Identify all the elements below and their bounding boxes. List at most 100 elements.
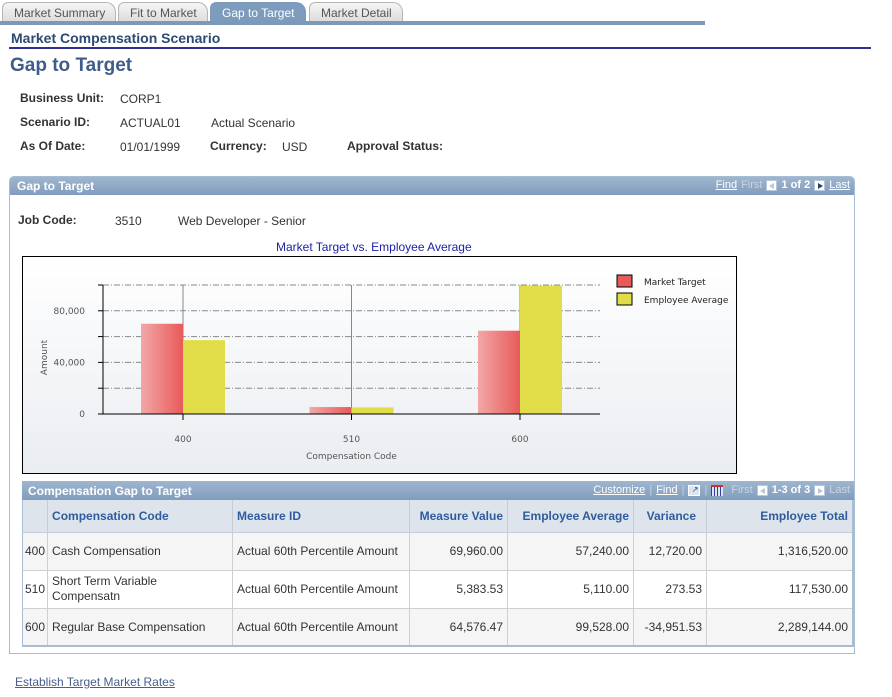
legend-label: Market Target xyxy=(644,278,706,288)
grid-nav: Customize | Find | ↗ | First 1-3 of 3 La… xyxy=(593,484,850,496)
page-title: Gap to Target xyxy=(10,55,133,76)
legend-swatch xyxy=(616,292,633,306)
tab-fit-to-market[interactable]: Fit to Market xyxy=(118,2,208,22)
as-of-date-value: 01/01/1999 xyxy=(120,140,181,154)
x-tick-label: 510 xyxy=(343,435,360,445)
tab-gap-to-target[interactable]: Gap to Target xyxy=(210,2,306,23)
view-all-icon[interactable]: ↗ xyxy=(688,484,701,496)
group-title: Gap to Target xyxy=(17,179,95,193)
next-arrow-icon[interactable] xyxy=(814,179,826,191)
y-tick-label: 0 xyxy=(79,410,85,420)
column-header-employee-total[interactable]: Employee Total xyxy=(706,500,854,533)
x-axis-label: Compensation Code xyxy=(306,452,397,462)
legend-label: Employee Average xyxy=(644,296,729,306)
nav-separator: | xyxy=(649,484,653,496)
business-unit-label: Business Unit: xyxy=(20,91,105,105)
column-header-code xyxy=(22,500,49,533)
job-description: Web Developer - Senior xyxy=(178,214,306,228)
tab-market-summary[interactable]: Market Summary xyxy=(2,2,117,22)
row-count: 1 of 2 xyxy=(781,179,811,191)
bar-market-target-400 xyxy=(141,323,183,414)
bar-employee-average-600 xyxy=(520,285,562,414)
cell-measure-value: 5,383.53 xyxy=(409,570,509,609)
cell-employee-average: 5,110.00 xyxy=(507,570,635,609)
grid-header: Compensation Gap to Target Customize | F… xyxy=(22,481,854,500)
column-header-employee-average[interactable]: Employee Average xyxy=(507,500,635,533)
scenario-description: Actual Scenario xyxy=(211,116,296,130)
compensation-gap-grid: Compensation Gap to Target Customize | F… xyxy=(22,481,854,647)
scenario-id-label: Scenario ID: xyxy=(20,115,91,129)
x-tick-label: 600 xyxy=(511,435,528,445)
cell-compensation-desc: Cash Compensation xyxy=(47,532,234,571)
grid-last-label: Last xyxy=(829,484,850,496)
chart-svg: 400 510 600 0 40,000 80,000 Compensation Code A… xyxy=(40,274,729,462)
last-link[interactable]: Last xyxy=(829,179,850,191)
cell-employee-total: 117,530.00 xyxy=(706,570,854,609)
cell-code: 510 xyxy=(22,570,49,609)
bar-employee-average-510 xyxy=(351,407,394,414)
customize-link[interactable]: Customize xyxy=(593,484,645,496)
tab-strip xyxy=(0,21,705,25)
y-axis-label: Amount xyxy=(40,339,50,375)
column-header-variance[interactable]: Variance xyxy=(633,500,708,533)
tab-market-detail[interactable]: Market Detail xyxy=(309,2,403,22)
x-tick-label: 400 xyxy=(174,435,191,445)
bar-market-target-600 xyxy=(478,330,520,414)
business-unit-value: CORP1 xyxy=(120,92,162,106)
y-tick-label: 80,000 xyxy=(54,307,86,317)
cell-measure-id: Actual 60th Percentile Amount xyxy=(232,608,411,647)
cell-measure-value: 69,960.00 xyxy=(409,532,509,571)
previous-arrow-icon xyxy=(766,179,778,191)
table-row: 510 Short Term Variable Compensatn Actua… xyxy=(22,570,854,609)
job-code-label: Job Code: xyxy=(18,213,77,227)
chart-title: Market Target vs. Employee Average xyxy=(276,240,472,254)
cell-employee-total: 1,316,520.00 xyxy=(706,532,854,571)
cell-compensation-desc: Regular Base Compensation xyxy=(47,608,234,647)
approval-status-label: Approval Status: xyxy=(347,139,444,153)
grid-next-arrow-icon xyxy=(814,484,826,496)
component-title: Market Compensation Scenario xyxy=(11,30,221,46)
bar-market-target-510 xyxy=(309,407,352,414)
cell-measure-id: Actual 60th Percentile Amount xyxy=(232,570,411,609)
grid-previous-arrow-icon xyxy=(756,484,768,496)
cell-variance: -34,951.53 xyxy=(633,608,708,647)
group-header: Gap to Target Find First 1 of 2 Last xyxy=(10,177,854,195)
grid-first-label: First xyxy=(731,484,753,496)
nav-separator: | xyxy=(704,484,708,496)
table-row: 600 Regular Base Compensation Actual 60t… xyxy=(22,608,854,647)
title-divider xyxy=(9,47,871,49)
cell-code: 600 xyxy=(22,608,49,647)
group-nav: Find First 1 of 2 Last xyxy=(716,179,850,191)
nav-separator: | xyxy=(681,484,685,496)
column-header-measure-id[interactable]: Measure ID xyxy=(232,500,411,533)
tab-bar: Market Summary Fit to Market Gap to Targ… xyxy=(0,0,705,26)
table-header-row: Compensation Code Measure ID Measure Val… xyxy=(22,500,854,533)
grid-find-link[interactable]: Find xyxy=(656,484,677,496)
cell-measure-id: Actual 60th Percentile Amount xyxy=(232,532,411,571)
cell-variance: 12,720.00 xyxy=(633,532,708,571)
establish-target-market-rates-link[interactable]: Establish Target Market Rates xyxy=(15,675,175,689)
table-row: 400 Cash Compensation Actual 60th Percen… xyxy=(22,532,854,571)
y-tick-label: 40,000 xyxy=(54,358,86,368)
cell-compensation-desc: Short Term Variable Compensatn xyxy=(47,570,234,609)
download-grid-icon[interactable] xyxy=(711,484,724,496)
first-label: First xyxy=(741,179,763,191)
grid-title: Compensation Gap to Target xyxy=(28,484,192,498)
cell-variance: 273.53 xyxy=(633,570,708,609)
as-of-date-label: As Of Date: xyxy=(20,139,86,153)
legend-swatch xyxy=(616,274,633,288)
cell-measure-value: 64,576.47 xyxy=(409,608,509,647)
scenario-id-value: ACTUAL01 xyxy=(120,116,181,130)
column-header-compensation-code[interactable]: Compensation Code xyxy=(47,500,234,533)
find-link[interactable]: Find xyxy=(716,179,737,191)
cell-employee-average: 99,528.00 xyxy=(507,608,635,647)
compensation-table: Compensation Code Measure ID Measure Val… xyxy=(22,500,854,647)
job-code-value: 3510 xyxy=(115,214,142,228)
cell-code: 400 xyxy=(22,532,49,571)
cell-employee-total: 2,289,144.00 xyxy=(706,608,854,647)
column-header-measure-value[interactable]: Measure Value xyxy=(409,500,509,533)
bar-chart: 400 510 600 0 40,000 80,000 Compensation Code A… xyxy=(22,256,737,474)
bar-employee-average-400 xyxy=(183,340,225,414)
currency-label: Currency: xyxy=(210,139,267,153)
currency-value: USD xyxy=(282,140,308,154)
